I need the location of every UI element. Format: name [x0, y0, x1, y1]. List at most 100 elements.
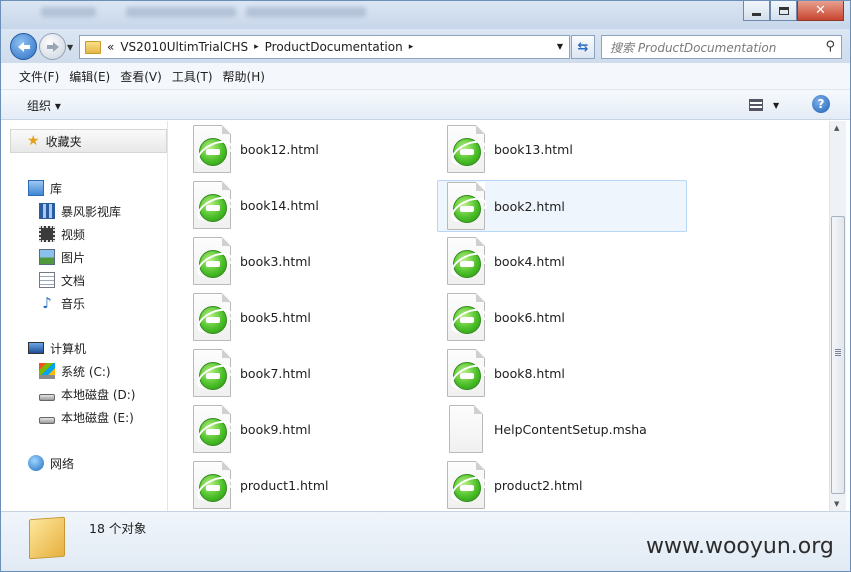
computer-icon	[28, 342, 44, 354]
file-item-product1[interactable]: product1.html	[189, 459, 439, 511]
title-bar: ✕	[1, 1, 850, 29]
back-arrow-icon	[17, 41, 30, 52]
address-bar[interactable]: « VS2010UltimTrialCHS ▸ ProductDocumenta…	[79, 35, 570, 59]
system-drive-icon	[39, 363, 55, 379]
file-item-book12[interactable]: book12.html	[189, 123, 439, 175]
nav-network[interactable]: 网络	[28, 453, 74, 473]
generic-file-icon	[449, 405, 483, 453]
search-placeholder: 搜索 ProductDocumentation	[610, 40, 777, 55]
network-icon	[28, 455, 44, 471]
item-count: 18 个对象	[89, 521, 147, 536]
favorites-label: 收藏夹	[45, 134, 82, 149]
address-overflow-chevron[interactable]: «	[107, 40, 114, 54]
explorer-window: ✕ ▼ « VS2010UltimTrialCHS ▸ ProductDocum…	[0, 0, 851, 572]
html-file-icon	[193, 405, 231, 453]
nav-libraries-label: 库	[50, 181, 63, 196]
library-icon	[28, 180, 44, 196]
watermark: www.wooyun.org	[646, 534, 834, 559]
html-file-icon	[447, 182, 485, 230]
breadcrumb-vs2010[interactable]: VS2010UltimTrialCHS	[120, 40, 248, 54]
breadcrumb-productdocumentation[interactable]: ProductDocumentation	[265, 40, 403, 54]
html-file-icon	[193, 461, 231, 509]
html-file-icon	[447, 293, 485, 341]
nav-drive-c[interactable]: 系统 (C:)	[39, 361, 111, 381]
back-button[interactable]	[10, 33, 37, 60]
view-dropdown-icon: ▼	[773, 100, 780, 110]
forward-button[interactable]	[39, 33, 66, 60]
scrollbar-thumb[interactable]	[831, 216, 845, 494]
menu-tools[interactable]: 工具(T)	[172, 68, 213, 85]
maximize-button[interactable]	[770, 1, 797, 21]
minimize-icon	[752, 12, 761, 16]
search-icon[interactable]: ⚲	[825, 39, 835, 54]
forward-arrow-icon	[46, 41, 59, 52]
nav-lib-pictures[interactable]: 图片	[39, 247, 85, 267]
file-name: book5.html	[240, 309, 311, 325]
menu-help[interactable]: 帮助(H)	[223, 68, 265, 85]
file-item-book6[interactable]: book6.html	[443, 291, 693, 343]
breadcrumb-separator[interactable]: ▸	[254, 42, 259, 52]
scroll-down-icon[interactable]: ▼	[834, 500, 839, 508]
video-icon	[39, 226, 55, 242]
html-file-icon	[193, 237, 231, 285]
organize-button[interactable]: 组织 ▾	[27, 97, 61, 114]
documents-icon	[39, 272, 55, 288]
breadcrumb-separator[interactable]: ▸	[409, 42, 414, 52]
pictures-icon	[39, 249, 55, 265]
file-item-book2[interactable]: book2.html	[437, 180, 687, 232]
nav-drive-e[interactable]: 本地磁盘 (E:)	[39, 407, 134, 427]
folder-large-icon	[29, 516, 65, 560]
vertical-scrollbar[interactable]: ▲ ▼	[829, 121, 846, 511]
nav-network-label: 网络	[50, 456, 75, 471]
html-file-icon	[447, 349, 485, 397]
hard-drive-icon	[39, 416, 55, 424]
blurred-title-fragment	[126, 7, 236, 17]
nav-drive-d[interactable]: 本地磁盘 (D:)	[39, 384, 135, 404]
close-button[interactable]: ✕	[797, 1, 844, 21]
nav-lib-documents[interactable]: 文档	[39, 270, 85, 290]
file-item-book5[interactable]: book5.html	[189, 291, 439, 343]
navigation-pane: ★ 收藏夹 库 暴风影视库 视频 图片 文档 ♪ 音乐 计算机 系统 (C:) …	[1, 121, 168, 511]
address-dropdown-icon[interactable]: ▼	[557, 42, 563, 51]
nav-libraries[interactable]: 库	[28, 178, 62, 198]
nav-lib-music[interactable]: ♪ 音乐	[39, 293, 85, 313]
file-item-book14[interactable]: book14.html	[189, 179, 439, 231]
minimize-button[interactable]	[743, 1, 770, 21]
search-input[interactable]: 搜索 ProductDocumentation ⚲	[601, 35, 842, 59]
menu-file[interactable]: 文件(F)	[19, 68, 59, 85]
file-item-book4[interactable]: book4.html	[443, 235, 693, 287]
recent-pages-dropdown-icon[interactable]: ▼	[67, 43, 73, 52]
file-item-book3[interactable]: book3.html	[189, 235, 439, 287]
help-icon: ?	[817, 97, 825, 111]
nav-lib-video[interactable]: 视频	[39, 224, 85, 244]
file-item-book7[interactable]: book7.html	[189, 347, 439, 399]
menu-view[interactable]: 查看(V)	[120, 68, 162, 85]
nav-lib-video-label: 视频	[61, 227, 86, 242]
html-file-icon	[193, 349, 231, 397]
file-item-book9[interactable]: book9.html	[189, 403, 439, 455]
view-options-button[interactable]: ▼	[749, 97, 789, 113]
file-item-product2[interactable]: product2.html	[443, 459, 693, 511]
file-item-helpcontentsetup[interactable]: HelpContentSetup.msha	[443, 403, 693, 455]
file-name: book3.html	[240, 253, 311, 269]
file-name: book4.html	[494, 253, 565, 269]
file-name: product2.html	[494, 477, 583, 493]
favorites-header[interactable]: ★ 收藏夹	[10, 129, 167, 153]
file-name: product1.html	[240, 477, 329, 493]
html-file-icon	[193, 181, 231, 229]
grip-icon	[835, 349, 841, 356]
nav-lib-baofeng[interactable]: 暴风影视库	[39, 201, 121, 221]
file-item-book13[interactable]: book13.html	[443, 123, 693, 175]
file-item-book8[interactable]: book8.html	[443, 347, 693, 399]
nav-lib-pictures-label: 图片	[61, 250, 86, 265]
file-name: book6.html	[494, 309, 565, 325]
scroll-up-icon[interactable]: ▲	[834, 124, 839, 132]
html-file-icon	[447, 461, 485, 509]
menu-edit[interactable]: 编辑(E)	[69, 68, 110, 85]
media-library-icon	[39, 203, 55, 219]
nav-computer[interactable]: 计算机	[28, 338, 86, 358]
blurred-title-fragment	[246, 7, 366, 17]
help-button[interactable]: ?	[812, 95, 830, 113]
refresh-button[interactable]: ⇆	[571, 35, 595, 59]
star-icon: ★	[27, 133, 40, 149]
